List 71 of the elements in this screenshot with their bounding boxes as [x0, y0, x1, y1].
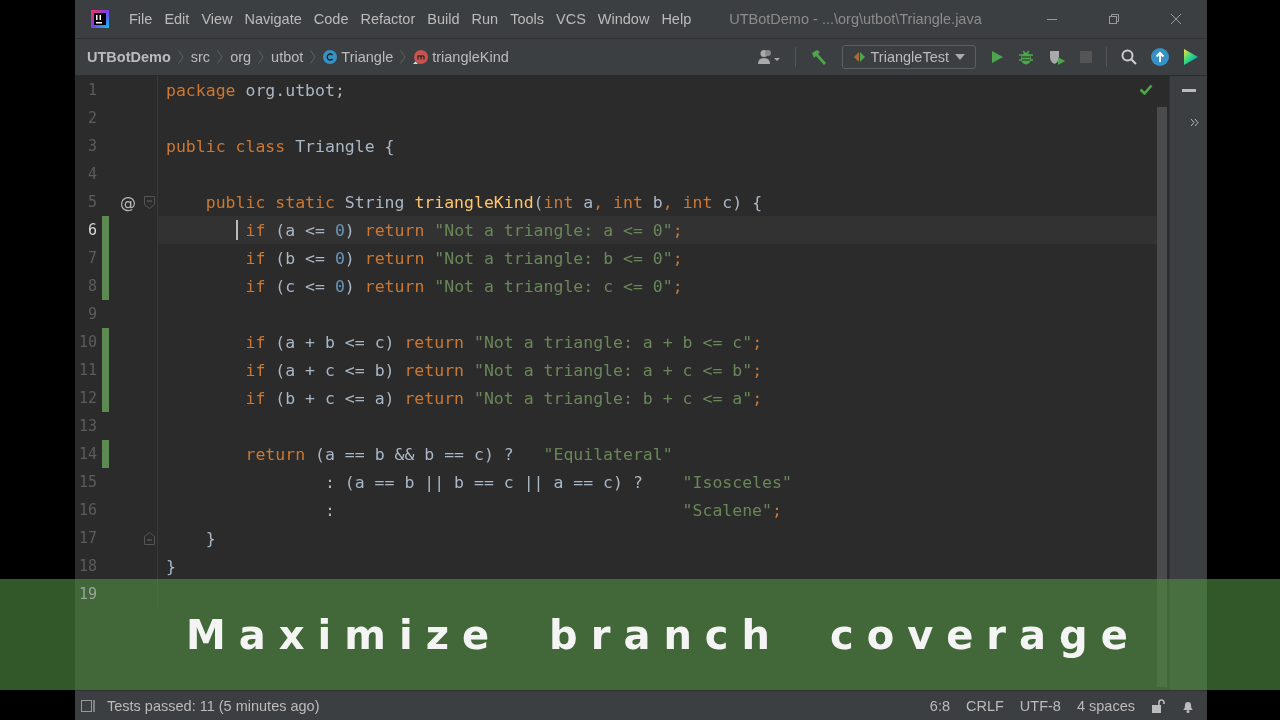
menu-item[interactable]: Refactor [360, 11, 416, 27]
menu-item[interactable]: Help [661, 11, 692, 27]
restore-icon[interactable] [1109, 14, 1119, 24]
indent-setting[interactable]: 4 spaces [1076, 697, 1135, 714]
chevron-icon [310, 50, 317, 64]
update-icon[interactable] [1151, 48, 1169, 66]
close-icon[interactable] [1171, 14, 1181, 24]
code-line: if (a <= 0) return "Not a triangle: a <= 0"; [245, 220, 683, 240]
fold-icon[interactable] [143, 195, 155, 209]
panel-toggle-icon[interactable] [81, 699, 95, 712]
plugin-logo-icon[interactable] [1183, 48, 1199, 66]
fold-icon[interactable] [143, 531, 155, 545]
search-icon[interactable] [1121, 49, 1137, 65]
chevron-icon[interactable] [1190, 119, 1199, 126]
code-line: package org.utbot; [166, 80, 345, 100]
code-line: if (a + b <= c) return "Not a triangle: a + b <= c"; [245, 332, 763, 352]
menu-item[interactable]: View [201, 11, 233, 27]
menu-item[interactable]: Window [597, 11, 650, 27]
annotation-marker[interactable]: @ [115, 192, 141, 212]
menu-item[interactable]: Run [471, 11, 499, 27]
code-line: if (b <= 0) return "Not a triangle: b <= 0"; [245, 248, 683, 268]
line-separator[interactable]: CRLF [966, 697, 1004, 714]
menu-item[interactable]: File [129, 11, 153, 27]
run-icon[interactable] [990, 50, 1004, 64]
window-title: UTBotDemo - ...\org\utbot\Triangle.java [729, 11, 982, 27]
menu-item[interactable]: Code [313, 11, 349, 27]
menu-item[interactable]: VCS [556, 11, 586, 27]
method-icon [413, 49, 429, 65]
bug-icon[interactable] [1018, 49, 1034, 65]
code-line: : (a == b || b == c || a == c) ? "Isosceles" [324, 472, 792, 492]
run-configuration-dropdown[interactable]: TriangleTest [841, 45, 976, 69]
status-message[interactable]: Tests passed: 11 (5 minutes ago) [107, 697, 320, 714]
chevron-icon [258, 50, 265, 64]
breadcrumb[interactable]: org [230, 49, 252, 65]
breadcrumb[interactable]: src [190, 49, 211, 65]
breadcrumb[interactable]: utbot [271, 49, 304, 65]
line-number: 6 [86, 221, 97, 239]
code-line: public static String triangleKind(int a, int b, int c) { [205, 192, 763, 212]
app-logo-icon [91, 10, 109, 28]
check-icon [1139, 84, 1153, 95]
config-icon [852, 51, 865, 63]
menu-item[interactable]: Navigate [244, 11, 302, 27]
breadcrumb[interactable]: UTBotDemo [87, 49, 171, 65]
coverage-run-icon[interactable] [1048, 49, 1066, 65]
code-line: if (b + c <= a) return "Not a triangle: b + c <= a"; [245, 388, 763, 408]
chevron-icon [177, 50, 184, 64]
chevron-icon [217, 50, 224, 64]
code-line: public class Triangle { [166, 136, 395, 156]
hammer-icon[interactable] [809, 49, 828, 65]
caption: Maximize branch coverage [186, 611, 1141, 658]
lock-icon[interactable] [1151, 698, 1165, 713]
chevron-icon [400, 50, 407, 64]
file-encoding[interactable]: UTF-8 [1019, 697, 1061, 714]
class-icon [323, 50, 338, 64]
menu-item[interactable]: Edit [164, 11, 190, 27]
code-line: if (a + c <= b) return "Not a triangle: a + c <= b"; [245, 360, 763, 380]
menu-item[interactable]: Build [427, 11, 460, 27]
breadcrumb[interactable]: triangleKind [413, 49, 509, 65]
menu-item[interactable]: Tools [510, 11, 544, 27]
caret-icon [955, 54, 965, 60]
caret-position[interactable]: 6:8 [929, 697, 950, 714]
breadcrumb[interactable]: Triangle [323, 49, 394, 65]
code-line: return (a == b && b == c) ? "Equilateral" [245, 444, 673, 464]
text-cursor [236, 220, 239, 240]
users-icon[interactable] [756, 49, 781, 65]
minimize-icon[interactable] [1181, 89, 1196, 93]
code-line: : "Scalene"; [324, 500, 782, 520]
code-line: if (c <= 0) return "Not a triangle: c <= 0"; [245, 276, 683, 296]
line-number: 19 [77, 585, 97, 603]
code-line: } [166, 556, 176, 576]
code-line: } [205, 528, 216, 548]
